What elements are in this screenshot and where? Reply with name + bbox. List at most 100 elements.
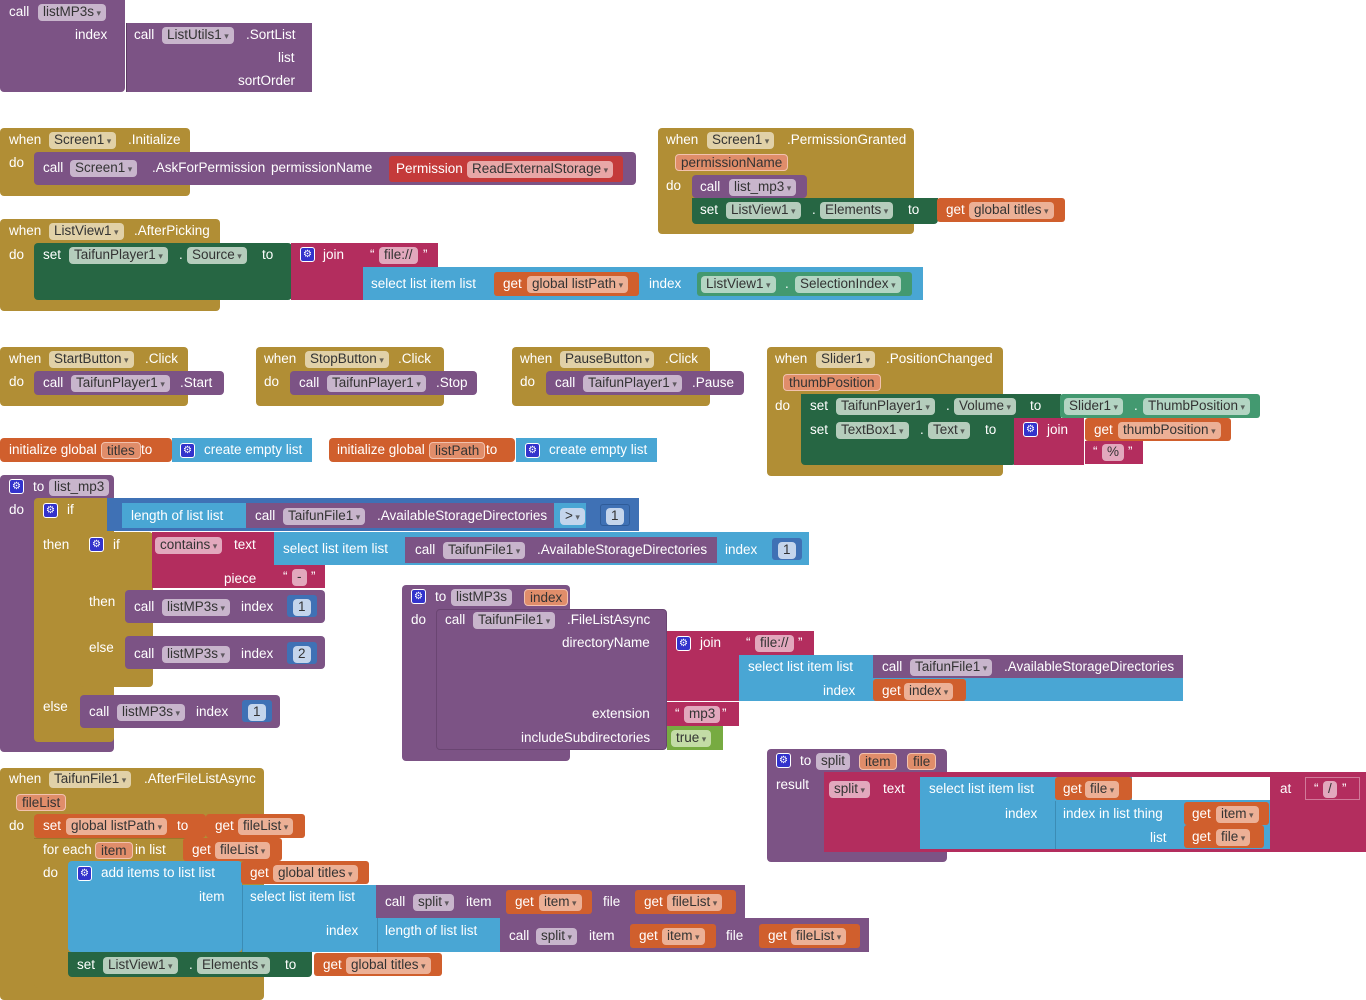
component-dropdown[interactable]: StopButton bbox=[305, 351, 389, 368]
component-dropdown[interactable]: TaifunPlayer1 bbox=[327, 375, 426, 392]
procedure-dropdown[interactable]: list_mp3 bbox=[729, 179, 797, 196]
variable-dropdown[interactable]: item bbox=[1216, 806, 1259, 823]
component-dropdown[interactable]: ListView1 bbox=[726, 202, 801, 219]
gear-icon[interactable]: ⚙ bbox=[1023, 422, 1038, 437]
variable-dropdown[interactable]: fileList bbox=[667, 894, 723, 911]
call-keyword: call bbox=[882, 659, 903, 674]
component-dropdown[interactable]: PauseButton bbox=[560, 351, 655, 368]
component-dropdown[interactable]: ListView1 bbox=[103, 957, 178, 974]
number-value[interactable]: 1 bbox=[606, 508, 624, 525]
contains-op-dropdown[interactable]: contains bbox=[155, 537, 223, 554]
procedure-dropdown[interactable]: listMP3s bbox=[162, 646, 231, 663]
procedure-name-field[interactable]: split bbox=[816, 753, 851, 770]
compare-op-dropdown[interactable]: > bbox=[560, 508, 585, 525]
variable-dropdown[interactable]: global titles bbox=[273, 865, 358, 882]
procedure-dropdown[interactable]: listMP3s bbox=[38, 4, 107, 21]
component-dropdown[interactable]: TaifunFile1 bbox=[443, 542, 526, 559]
procedure-dropdown[interactable]: listMP3s bbox=[117, 704, 186, 721]
variable-dropdown[interactable]: file bbox=[1216, 829, 1251, 846]
procedure-dropdown[interactable]: listMP3s bbox=[162, 599, 231, 616]
number-value[interactable]: 1 bbox=[293, 599, 311, 616]
component-dropdown[interactable]: Screen1 bbox=[707, 132, 775, 149]
variable-dropdown[interactable]: global listPath bbox=[66, 818, 168, 835]
event-param[interactable]: permissionName bbox=[675, 154, 789, 171]
boolean-dropdown[interactable]: true bbox=[671, 730, 712, 747]
proc-param[interactable]: index bbox=[524, 589, 569, 606]
component-dropdown[interactable]: ListUtils1 bbox=[162, 27, 234, 44]
gear-icon[interactable]: ⚙ bbox=[180, 443, 195, 458]
text-literal-value[interactable]: file:// bbox=[755, 635, 794, 652]
text-literal-value[interactable]: % bbox=[1102, 444, 1125, 461]
text-literal-value[interactable]: - bbox=[292, 569, 307, 586]
component-dropdown[interactable]: Slider1 bbox=[1064, 398, 1124, 415]
component-dropdown[interactable]: TaifunPlayer1 bbox=[69, 247, 168, 264]
component-dropdown[interactable]: Slider1 bbox=[816, 351, 876, 368]
procedure-name-field[interactable]: list_mp3 bbox=[49, 479, 110, 496]
variable-dropdown[interactable]: thumbPosition bbox=[1118, 422, 1221, 439]
gear-icon[interactable]: ⚙ bbox=[300, 247, 315, 262]
gear-icon[interactable]: ⚙ bbox=[89, 537, 104, 552]
event-param[interactable]: fileList bbox=[16, 794, 67, 811]
component-dropdown[interactable]: Screen1 bbox=[49, 132, 117, 149]
component-dropdown[interactable]: TaifunPlayer1 bbox=[71, 375, 170, 392]
number-value[interactable]: 2 bbox=[293, 646, 311, 663]
property-dropdown[interactable]: Volume bbox=[954, 398, 1017, 415]
variable-dropdown[interactable]: fileList bbox=[215, 842, 271, 859]
gear-icon[interactable]: ⚙ bbox=[77, 866, 92, 881]
proc-param[interactable]: file bbox=[907, 753, 937, 770]
variable-dropdown[interactable]: global titles bbox=[346, 957, 431, 974]
property-dropdown[interactable]: Elements bbox=[197, 957, 271, 974]
variable-dropdown[interactable]: item bbox=[539, 894, 582, 911]
property-dropdown[interactable]: Source bbox=[187, 247, 247, 264]
event-name: .AfterFileListAsync bbox=[144, 771, 256, 786]
method-name: .Pause bbox=[692, 375, 735, 390]
event-param[interactable]: thumbPosition bbox=[783, 374, 881, 391]
gear-icon[interactable]: ⚙ bbox=[43, 503, 58, 518]
procedure-dropdown[interactable]: split bbox=[536, 928, 578, 945]
number-value[interactable]: 1 bbox=[778, 542, 796, 559]
quote-close: ” bbox=[423, 247, 428, 262]
gear-icon[interactable]: ⚙ bbox=[776, 753, 791, 768]
component-dropdown[interactable]: TaifunFile1 bbox=[49, 771, 132, 788]
variable-dropdown[interactable]: index bbox=[904, 683, 954, 700]
component-dropdown[interactable]: TaifunFile1 bbox=[473, 612, 556, 629]
split-op-dropdown[interactable]: split bbox=[829, 781, 871, 798]
component-dropdown[interactable]: TextBox1 bbox=[836, 422, 909, 439]
variable-dropdown[interactable]: global titles bbox=[969, 202, 1054, 219]
property-dropdown[interactable]: SelectionIndex bbox=[795, 276, 901, 293]
variable-dropdown[interactable]: fileList bbox=[791, 928, 847, 945]
number-value[interactable]: 1 bbox=[248, 704, 266, 721]
gear-icon[interactable]: ⚙ bbox=[525, 443, 540, 458]
permission-dropdown[interactable]: ReadExternalStorage bbox=[467, 161, 614, 178]
component-dropdown[interactable]: ListView1 bbox=[49, 223, 124, 240]
loop-variable[interactable]: item bbox=[95, 842, 133, 859]
component-dropdown[interactable]: Screen1 bbox=[70, 160, 138, 177]
global-name-field[interactable]: titles bbox=[101, 442, 141, 459]
procedure-name-field[interactable]: listMP3s bbox=[451, 589, 513, 606]
length-of-list-label: length of list list bbox=[385, 923, 478, 938]
variable-dropdown[interactable]: file bbox=[1085, 781, 1120, 798]
global-name-field[interactable]: listPath bbox=[429, 442, 486, 459]
gear-icon[interactable]: ⚙ bbox=[9, 479, 24, 494]
proc-param[interactable]: item bbox=[859, 753, 897, 770]
component-dropdown[interactable]: TaifunFile1 bbox=[910, 659, 993, 676]
text-literal-value[interactable]: mp3 bbox=[684, 706, 721, 723]
text-literal-value[interactable]: file:// bbox=[379, 247, 418, 264]
variable-dropdown[interactable]: fileList bbox=[238, 818, 294, 835]
component-dropdown[interactable]: TaifunFile1 bbox=[283, 508, 366, 525]
property-dropdown[interactable]: Elements bbox=[820, 202, 894, 219]
component-dropdown[interactable]: ListView1 bbox=[701, 276, 776, 293]
component-dropdown[interactable]: StartButton bbox=[49, 351, 134, 368]
gear-icon[interactable]: ⚙ bbox=[676, 636, 691, 651]
procedure-dropdown[interactable]: split bbox=[413, 894, 455, 911]
text-literal-value[interactable]: / bbox=[1323, 781, 1337, 798]
arg-label-list: list bbox=[278, 50, 295, 65]
variable-dropdown[interactable]: global listPath bbox=[527, 276, 629, 293]
call-keyword: call bbox=[299, 375, 320, 390]
gear-icon[interactable]: ⚙ bbox=[411, 589, 426, 604]
property-dropdown[interactable]: ThumbPosition bbox=[1143, 398, 1251, 415]
component-dropdown[interactable]: TaifunPlayer1 bbox=[836, 398, 935, 415]
property-dropdown[interactable]: Text bbox=[928, 422, 970, 439]
variable-dropdown[interactable]: item bbox=[662, 928, 705, 945]
component-dropdown[interactable]: TaifunPlayer1 bbox=[583, 375, 682, 392]
